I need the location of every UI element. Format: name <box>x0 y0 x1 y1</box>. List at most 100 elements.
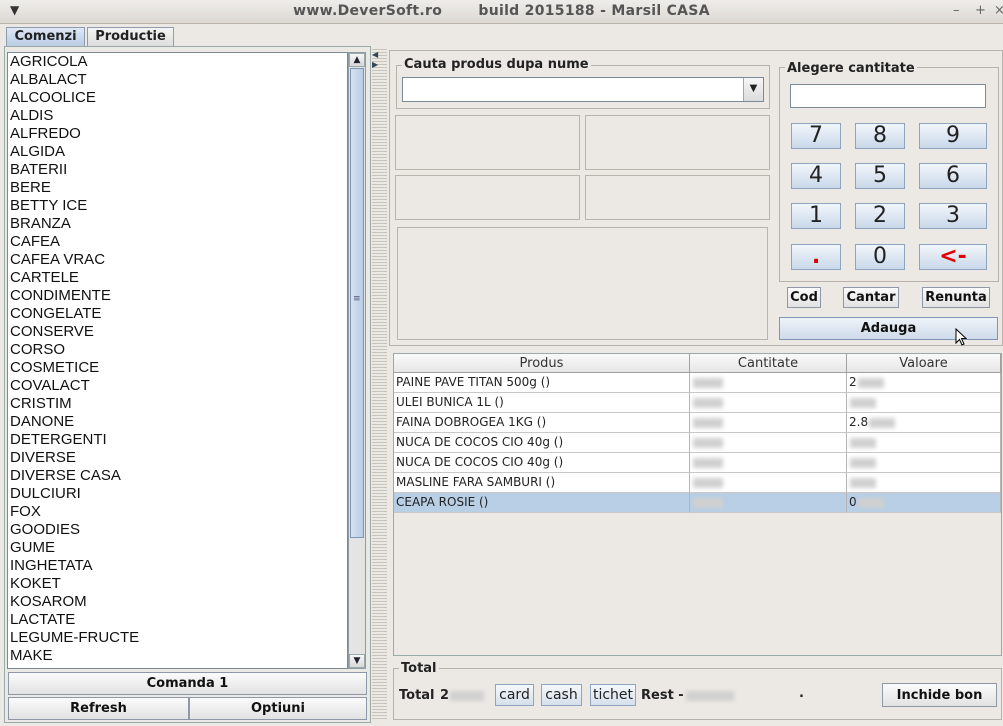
key-8[interactable]: 8 <box>855 123 905 149</box>
list-item[interactable]: DULCIURI <box>8 485 347 503</box>
cell-text: CEAPA ROSIE () <box>396 495 489 509</box>
quantity-input[interactable] <box>790 84 986 108</box>
list-item[interactable]: LEGUME-FRUCTE <box>8 629 347 647</box>
key-backspace[interactable]: <- <box>919 244 987 270</box>
total-value: 2 <box>440 688 485 703</box>
list-item[interactable]: AGRICOLA <box>8 53 347 71</box>
list-item[interactable]: ALGIDA <box>8 143 347 161</box>
list-item[interactable]: DIVERSE <box>8 449 347 467</box>
search-combobox[interactable]: ▼ <box>402 77 764 102</box>
renunta-button[interactable]: Renunta <box>922 287 990 308</box>
table-cell-valoare <box>847 393 1001 413</box>
chevron-down-icon[interactable]: ▼ <box>743 78 763 101</box>
options-button[interactable]: Optiuni <box>189 697 367 720</box>
refresh-button[interactable]: Refresh <box>8 697 189 720</box>
key-7[interactable]: 7 <box>791 123 841 149</box>
list-item[interactable]: BETTY ICE <box>8 197 347 215</box>
list-item[interactable]: KOSAROM <box>8 593 347 611</box>
category-scrollbar[interactable]: ▲ ≡ ▼ <box>348 52 366 669</box>
table-row[interactable]: MASLINE FARA SAMBURI () <box>394 473 1001 493</box>
quantity-group-title: Alegere cantitate <box>785 61 917 76</box>
list-item[interactable]: DIVERSE CASA <box>8 467 347 485</box>
list-item[interactable]: ALBALACT <box>8 71 347 89</box>
column-header-cantitate[interactable]: Cantitate <box>690 354 847 373</box>
cantar-button[interactable]: Cantar <box>843 287 899 308</box>
table-cell-valoare: 0 <box>847 493 1001 513</box>
list-item[interactable]: BRANZA <box>8 215 347 233</box>
table-cell-produs: PAINE PAVE TITAN 500g () <box>394 373 690 393</box>
column-header-produs[interactable]: Produs <box>394 354 690 373</box>
divider-arrows-icon[interactable]: ◀ ▶ <box>372 50 378 70</box>
key-3[interactable]: 3 <box>919 203 987 229</box>
total-group-title: Total <box>399 661 439 676</box>
list-item[interactable]: INGHETATA <box>8 557 347 575</box>
table-row[interactable]: NUCA DE COCOS CIO 40g () <box>394 453 1001 473</box>
list-item[interactable]: MAKE <box>8 647 347 665</box>
list-item[interactable]: CORSO <box>8 341 347 359</box>
cell-text: 2 <box>849 375 857 389</box>
table-cell-cantitate <box>690 453 847 473</box>
card-button[interactable]: card <box>495 684 534 706</box>
order-button[interactable]: Comanda 1 <box>8 672 367 695</box>
close-receipt-button[interactable]: Inchide bon <box>882 683 997 707</box>
total-amount: 2 <box>440 688 450 703</box>
rest-text: Rest - <box>641 688 684 703</box>
column-header-valoare[interactable]: Valoare <box>847 354 1001 373</box>
list-item[interactable]: ALDIS <box>8 107 347 125</box>
list-item[interactable]: BATERII <box>8 161 347 179</box>
rest-separator: . <box>799 686 804 701</box>
key-5[interactable]: 5 <box>855 163 905 189</box>
list-item[interactable]: CARTELE <box>8 269 347 287</box>
scroll-up-icon[interactable]: ▲ <box>349 53 365 67</box>
list-item[interactable]: CRISTIM <box>8 395 347 413</box>
window-title: www.DeverSoft.ro build 2015188 - Marsil … <box>293 3 710 19</box>
list-item[interactable]: DETERGENTI <box>8 431 347 449</box>
list-item[interactable]: MASLINE <box>8 665 347 668</box>
list-item[interactable]: GOODIES <box>8 521 347 539</box>
table-row[interactable]: PAINE PAVE TITAN 500g () 2 <box>394 373 1001 393</box>
key-0[interactable]: 0 <box>855 244 905 270</box>
table-row[interactable]: NUCA DE COCOS CIO 40g () <box>394 433 1001 453</box>
list-item[interactable]: COVALACT <box>8 377 347 395</box>
list-item[interactable]: CONDIMENTE <box>8 287 347 305</box>
minimize-icon[interactable]: – <box>953 3 960 18</box>
tichet-button[interactable]: tichet <box>590 684 636 706</box>
tab-productie[interactable]: Productie <box>87 27 174 46</box>
key-9[interactable]: 9 <box>919 123 987 149</box>
list-item[interactable]: LACTATE <box>8 611 347 629</box>
cash-button[interactable]: cash <box>541 684 582 706</box>
list-item[interactable]: CAFEA <box>8 233 347 251</box>
table-cell-cantitate <box>690 393 847 413</box>
cod-button[interactable]: Cod <box>787 287 821 308</box>
table-cell-cantitate <box>690 473 847 493</box>
table-row[interactable]: FAINA DOBROGEA 1KG () 2.8 <box>394 413 1001 433</box>
key-6[interactable]: 6 <box>919 163 987 189</box>
list-item[interactable]: GUME <box>8 539 347 557</box>
list-item[interactable]: CAFEA VRAC <box>8 251 347 269</box>
category-list[interactable]: AGRICOLA ALBALACT ALCOOLICE ALDIS ALFREDO ALG… <box>7 52 348 669</box>
split-divider[interactable]: ◀ ▶ <box>372 48 387 721</box>
list-item[interactable]: CONGELATE <box>8 305 347 323</box>
close-icon[interactable]: × <box>994 3 1003 18</box>
key-4[interactable]: 4 <box>791 163 841 189</box>
list-item[interactable]: ALCOOLICE <box>8 89 347 107</box>
table-row[interactable]: CEAPA ROSIE () 0 <box>394 493 1001 513</box>
list-item[interactable]: KOKET <box>8 575 347 593</box>
list-item[interactable]: ALFREDO <box>8 125 347 143</box>
tab-comenzi[interactable]: Comenzi <box>6 27 85 46</box>
maximize-icon[interactable]: + <box>975 3 986 18</box>
order-table[interactable]: Produs Cantitate Valoare PAINE PAVE TITA… <box>393 353 1002 656</box>
list-item[interactable]: DANONE <box>8 413 347 431</box>
total-label: Total <box>399 688 435 703</box>
key-1[interactable]: 1 <box>791 203 841 229</box>
table-cell-valoare <box>847 453 1001 473</box>
list-item[interactable]: FOX <box>8 503 347 521</box>
key-2[interactable]: 2 <box>855 203 905 229</box>
table-row[interactable]: ULEI BUNICA 1L () <box>394 393 1001 413</box>
scroll-down-icon[interactable]: ▼ <box>349 654 365 668</box>
key-decimal[interactable]: . <box>791 244 841 270</box>
list-item[interactable]: CONSERVE <box>8 323 347 341</box>
list-item[interactable]: COSMETICE <box>8 359 347 377</box>
list-item[interactable]: BERE <box>8 179 347 197</box>
scroll-thumb[interactable]: ≡ <box>350 68 364 538</box>
